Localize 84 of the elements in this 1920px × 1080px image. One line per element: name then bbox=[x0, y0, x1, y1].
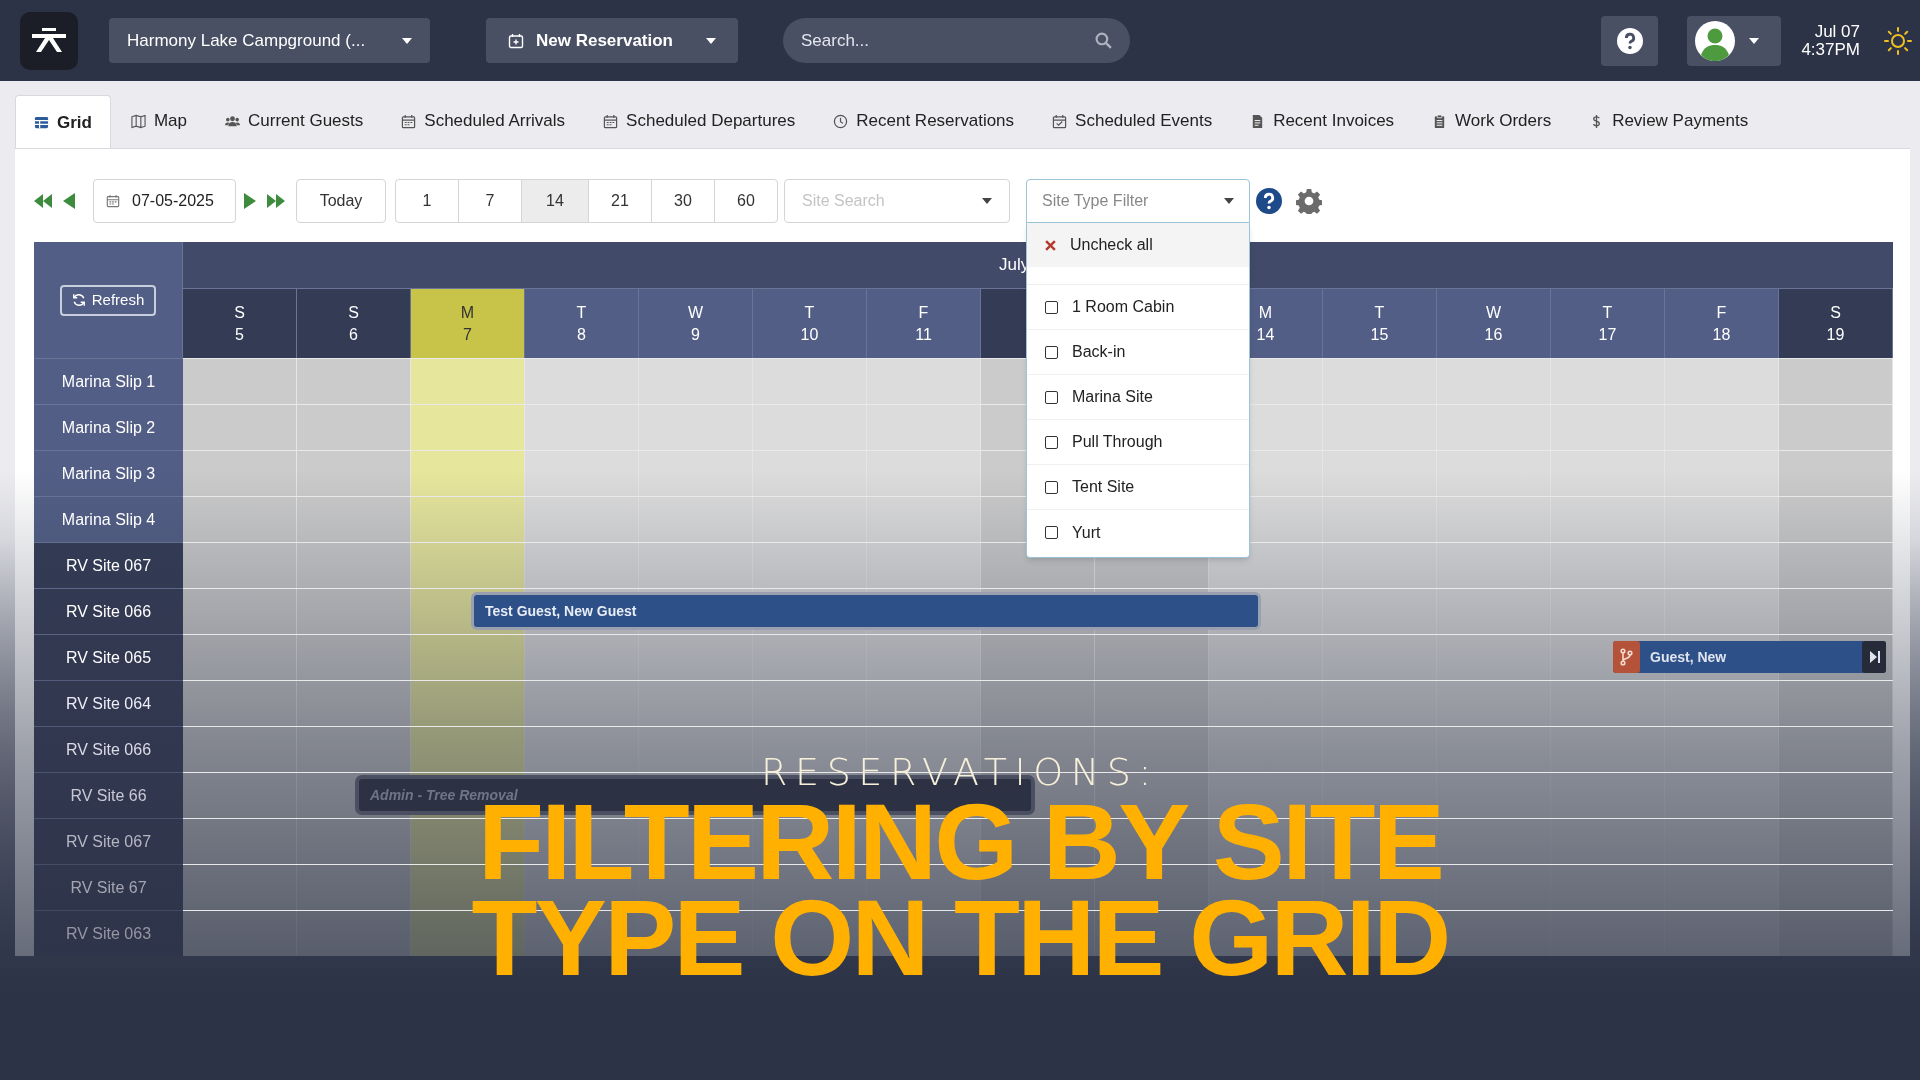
range-button[interactable]: 14 bbox=[521, 179, 589, 223]
reservation-bar[interactable]: Test Guest, New Guest bbox=[474, 595, 1258, 627]
headline-text: TYPE ON THE GRID bbox=[471, 899, 1449, 977]
filter-option[interactable]: Tent Site bbox=[1027, 465, 1249, 510]
site-label: RV Site 67 bbox=[70, 877, 147, 898]
filter-option[interactable]: Marina Site bbox=[1027, 375, 1249, 420]
weekday-label: W bbox=[1485, 302, 1502, 323]
weekday-label: S bbox=[234, 302, 245, 323]
day-number: 10 bbox=[800, 324, 819, 345]
site-label: RV Site 66 bbox=[70, 785, 147, 806]
refresh-button[interactable]: Refresh bbox=[60, 284, 156, 316]
option-label: Back-in bbox=[1072, 342, 1126, 362]
header-time: 4:37PM bbox=[1801, 40, 1860, 59]
option-label: Pull Through bbox=[1072, 432, 1163, 452]
site-label: RV Site 064 bbox=[65, 693, 152, 714]
site-label: Marina Slip 3 bbox=[61, 463, 156, 484]
day-number: 5 bbox=[235, 324, 244, 345]
filter-option[interactable]: Pull Through bbox=[1027, 420, 1249, 465]
day-number: 14 bbox=[1256, 324, 1275, 345]
day-number: 8 bbox=[577, 324, 586, 345]
site-label: RV Site 067 bbox=[65, 831, 152, 852]
filter-option[interactable]: Back-in bbox=[1027, 330, 1249, 375]
filter-option[interactable]: 1 Room Cabin bbox=[1027, 285, 1249, 330]
day-number: 18 bbox=[1712, 324, 1731, 345]
site-label: RV Site 063 bbox=[65, 923, 152, 944]
day-number: 9 bbox=[691, 324, 700, 345]
campground-dropdown[interactable]: Harmony Lake Campground (... bbox=[109, 18, 430, 63]
tab[interactable]: Recent Invoices bbox=[1232, 94, 1413, 148]
site-label: RV Site 066 bbox=[65, 739, 152, 760]
day-number: 19 bbox=[1826, 324, 1845, 345]
tab[interactable]: Recent Reservations bbox=[815, 94, 1033, 148]
filter-option[interactable]: Yurt bbox=[1027, 510, 1249, 555]
option-label: Marina Site bbox=[1072, 387, 1153, 407]
site-label: Marina Slip 1 bbox=[61, 371, 156, 392]
weekday-label: M bbox=[1258, 302, 1273, 323]
site-label: RV Site 067 bbox=[65, 555, 152, 576]
range-button[interactable]: 7 bbox=[458, 179, 522, 223]
weekday-label: W bbox=[687, 302, 704, 323]
site-type-filter-input[interactable]: Site Type Filter bbox=[1042, 189, 1224, 213]
uncheck-all-button[interactable]: Uncheck all bbox=[1027, 223, 1249, 267]
weekday-label: S bbox=[348, 302, 359, 323]
site-label: Marina Slip 2 bbox=[61, 417, 156, 438]
range-button[interactable]: 30 bbox=[651, 179, 715, 223]
weekday-label: T bbox=[1374, 302, 1385, 323]
day-number: 6 bbox=[349, 324, 358, 345]
weekday-label: T bbox=[1602, 302, 1613, 323]
option-label: Tent Site bbox=[1072, 477, 1135, 497]
search-input[interactable]: Search... bbox=[801, 27, 1095, 54]
day-number: 15 bbox=[1370, 324, 1389, 345]
tab[interactable]: Map bbox=[112, 94, 206, 148]
day-number: 11 bbox=[915, 324, 932, 345]
tab[interactable]: Scheduled Arrivals bbox=[383, 94, 584, 148]
weekday-label: S bbox=[1830, 302, 1841, 323]
weekday-label: F bbox=[918, 302, 929, 323]
reservation-bar[interactable]: Guest, New bbox=[1613, 641, 1886, 673]
site-type-filter-dropdown[interactable]: Site Type Filter bbox=[1026, 179, 1250, 223]
site-search-input[interactable]: Site Search bbox=[802, 189, 982, 213]
tab[interactable]: Scheduled Departures bbox=[585, 94, 814, 148]
header-date: Jul 07 bbox=[1814, 22, 1860, 41]
day-number: 16 bbox=[1484, 324, 1503, 345]
tab[interactable]: Current Guests bbox=[207, 94, 382, 148]
weekday-label: F bbox=[1716, 302, 1727, 323]
option-label: Yurt bbox=[1072, 522, 1101, 543]
site-label: Marina Slip 4 bbox=[61, 509, 156, 530]
today-button[interactable]: Today bbox=[296, 179, 386, 223]
tab[interactable]: Work Orders bbox=[1414, 94, 1570, 148]
search-field[interactable]: Search... bbox=[783, 18, 1130, 63]
site-label: RV Site 066 bbox=[65, 601, 152, 622]
weekday-label: M bbox=[460, 302, 475, 323]
day-number: 7 bbox=[463, 324, 472, 345]
site-label: RV Site 065 bbox=[65, 647, 152, 668]
tab[interactable]: Review Payments bbox=[1571, 94, 1767, 148]
range-button[interactable]: 1 bbox=[395, 179, 459, 223]
date-field[interactable]: 07-05-2025 bbox=[93, 179, 236, 223]
day-number: 17 bbox=[1598, 324, 1617, 345]
range-button[interactable]: 21 bbox=[588, 179, 652, 223]
range-button[interactable]: 60 bbox=[714, 179, 778, 223]
weekday-label: T bbox=[804, 302, 815, 323]
weekday-label: T bbox=[576, 302, 587, 323]
tab[interactable]: Grid bbox=[15, 95, 111, 149]
new-reservation-button[interactable]: New Reservation bbox=[486, 18, 738, 63]
tab[interactable]: Scheduled Events bbox=[1034, 94, 1231, 148]
site-search-dropdown[interactable]: Site Search bbox=[784, 179, 1010, 223]
option-label: 1 Room Cabin bbox=[1072, 297, 1175, 317]
